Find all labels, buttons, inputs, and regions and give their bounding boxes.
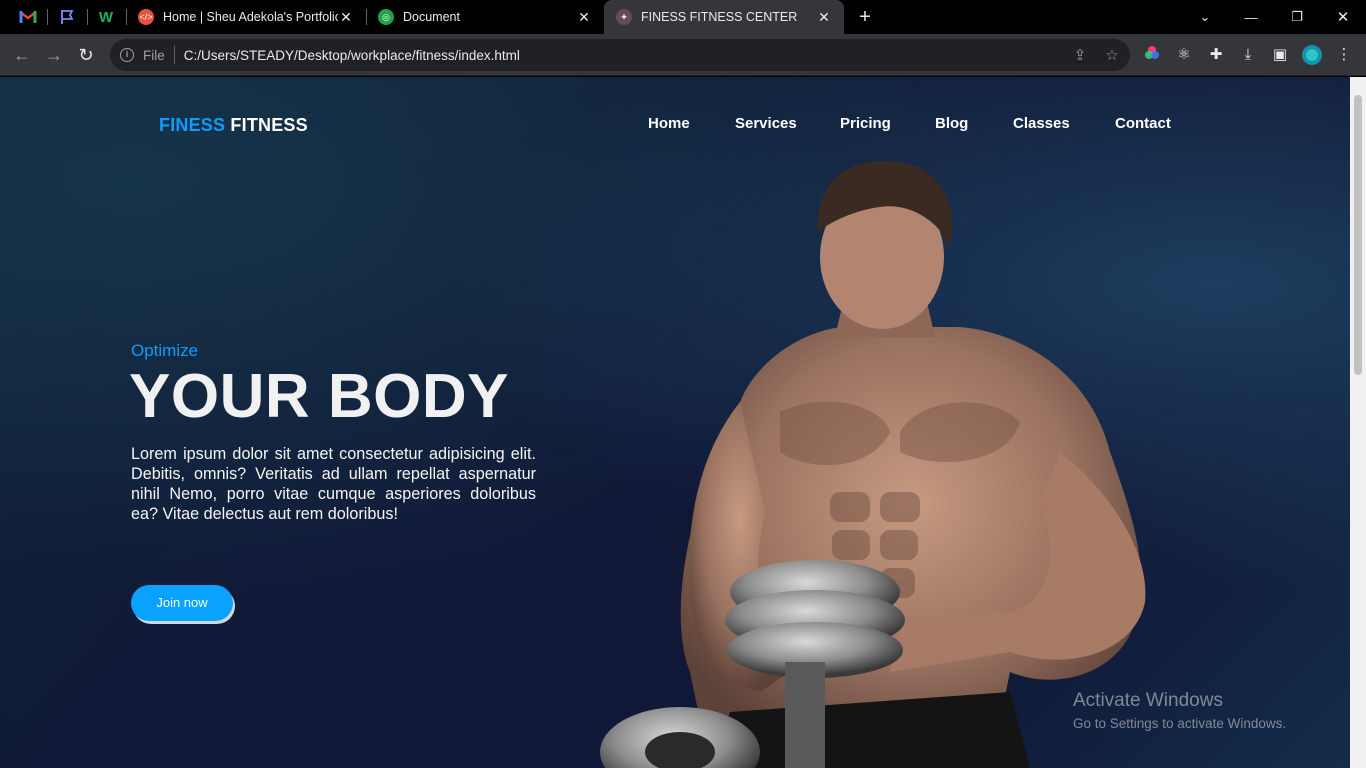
avatar-icon: [1302, 45, 1322, 65]
hero-subtitle: Optimize: [131, 341, 199, 360]
bodybuilder-image: [600, 161, 1146, 768]
share-icon[interactable]: ⇪: [1070, 46, 1090, 66]
address-bar[interactable]: i File C:/Users/STEADY/Desktop/workplace…: [110, 39, 1130, 71]
menu-kebab-icon[interactable]: ⋮: [1334, 45, 1354, 65]
forward-button[interactable]: →: [42, 43, 66, 67]
logo-part-2: FITNESS: [230, 115, 308, 135]
nav-classes[interactable]: Classes: [1013, 115, 1070, 132]
bookmark-star-icon[interactable]: ☆: [1102, 46, 1122, 66]
tab-portfolio[interactable]: </> Home | Sheu Adekola's Portfolio ✕: [126, 0, 366, 34]
scrollbar-thumb[interactable]: [1354, 95, 1362, 375]
omnibox-divider: [173, 46, 175, 64]
gmail-icon: [19, 11, 37, 23]
url-text[interactable]: C:/Users/STEADY/Desktop/workplace/fitnes…: [184, 48, 520, 63]
pinned-tab-w[interactable]: W: [88, 4, 124, 30]
color-wheel-icon: [1145, 46, 1159, 59]
color-extension-icon[interactable]: [1142, 45, 1162, 65]
close-tab-icon[interactable]: ✕: [816, 9, 832, 25]
windows-activation-watermark: Activate Windows Go to Settings to activ…: [1073, 690, 1286, 731]
watermark-line-1: Activate Windows: [1073, 690, 1223, 711]
document-icon: ◎: [378, 9, 394, 25]
join-now-button[interactable]: Join now: [131, 585, 233, 621]
tab-search-icon[interactable]: ⌄: [1182, 0, 1228, 34]
nav-blog[interactable]: Blog: [935, 115, 968, 132]
w-icon: W: [98, 8, 114, 26]
page-scrollbar[interactable]: [1350, 77, 1366, 768]
watermark-line-2: Go to Settings to activate Windows.: [1073, 716, 1287, 731]
page-viewport: FINESS FITNESS Home Services Pricing Blo…: [0, 77, 1350, 768]
nav-contact[interactable]: Contact: [1115, 115, 1171, 132]
tab-title: Home | Sheu Adekola's Portfolio: [163, 10, 338, 24]
tab-strip: W </> Home | Sheu Adekola's Portfolio ✕ …: [0, 0, 1366, 34]
minimize-button[interactable]: —: [1228, 0, 1274, 34]
pinned-tab-flag[interactable]: [49, 4, 85, 30]
react-devtools-icon[interactable]: ⚛: [1174, 45, 1194, 65]
info-icon[interactable]: i: [120, 48, 134, 62]
code-icon: </>: [138, 9, 154, 25]
scheme-label: File: [143, 47, 165, 63]
browser-toolbar: ← → ↻ i File C:/Users/STEADY/Desktop/wor…: [0, 34, 1366, 76]
extensions-icon[interactable]: ✚: [1206, 45, 1226, 65]
tab-separator: [47, 9, 48, 25]
flag-icon: [61, 10, 74, 24]
back-button[interactable]: ←: [10, 43, 34, 67]
side-panel-icon[interactable]: ▣: [1270, 45, 1290, 65]
pinned-tab-gmail[interactable]: [10, 4, 46, 30]
reload-button[interactable]: ↻: [74, 43, 98, 67]
close-tab-icon[interactable]: ✕: [338, 9, 354, 25]
nav-pricing[interactable]: Pricing: [840, 115, 891, 132]
nav-home[interactable]: Home: [648, 115, 690, 132]
hero-description: Lorem ipsum dolor sit amet consectetur a…: [131, 445, 536, 523]
tab-document[interactable]: ◎ Document ✕: [366, 0, 604, 34]
fitness-icon: ✦: [616, 9, 632, 25]
close-tab-icon[interactable]: ✕: [576, 9, 592, 25]
logo-part-1: FINESS: [159, 115, 226, 135]
tab-title: Document: [403, 10, 460, 24]
tab-title: FINESS FITNESS CENTER: [641, 10, 798, 24]
restore-button[interactable]: ❐: [1274, 0, 1320, 34]
download-icon[interactable]: ⤓: [1238, 45, 1258, 65]
tab-finess-fitness[interactable]: ✦ FINESS FITNESS CENTER ✕: [604, 0, 844, 34]
new-tab-button[interactable]: +: [853, 5, 877, 29]
profile-avatar[interactable]: [1302, 45, 1322, 65]
hero-title: YOUR BODY: [129, 362, 509, 431]
nav-services[interactable]: Services: [735, 115, 797, 132]
site-logo[interactable]: FINESS FITNESS: [159, 115, 308, 136]
close-window-button[interactable]: ✕: [1320, 0, 1366, 34]
